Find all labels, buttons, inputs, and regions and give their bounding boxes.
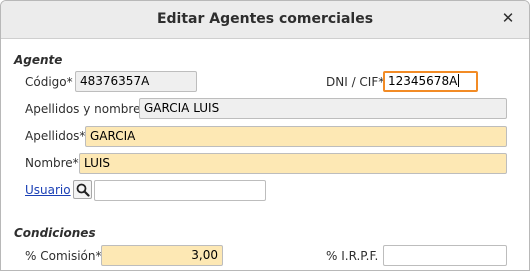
comision-label: % Comisión* [25,249,102,263]
text-caret [458,74,460,87]
codigo-label: Código* [25,75,73,89]
usuario-search-button[interactable] [73,180,92,199]
nombre-field[interactable]: LUIS [79,153,507,174]
usuario-field[interactable] [94,180,266,201]
search-icon [76,183,90,197]
usuario-link[interactable]: Usuario [25,183,71,197]
section-heading-condiciones: Condiciones [14,226,96,240]
dialog-title: Editar Agentes comerciales [156,11,374,27]
apellidos-nombre-field[interactable]: GARCIA LUIS [139,98,507,119]
section-heading-agente: Agente [14,53,63,67]
codigo-field[interactable]: 48376357A [75,71,197,92]
comision-field[interactable]: 3,00 [101,245,223,266]
apellidos-nombre-label: Apellidos y nombre [25,102,141,116]
apellidos-field[interactable]: GARCIA [85,126,507,147]
dialog-window: Editar Agentes comerciales ✕ Agente Códi… [0,0,530,271]
apellidos-label: Apellidos* [25,129,86,143]
nombre-label: Nombre* [25,156,79,170]
irpf-field[interactable] [383,245,507,266]
dni-value: 12345678A [388,74,458,88]
dni-label: DNI / CIF* [326,75,385,89]
close-icon[interactable]: ✕ [499,9,517,27]
dni-field[interactable]: 12345678A [383,71,478,92]
irpf-label: % I.R.P.F. [326,249,379,263]
title-bar: Editar Agentes comerciales ✕ [1,1,529,39]
